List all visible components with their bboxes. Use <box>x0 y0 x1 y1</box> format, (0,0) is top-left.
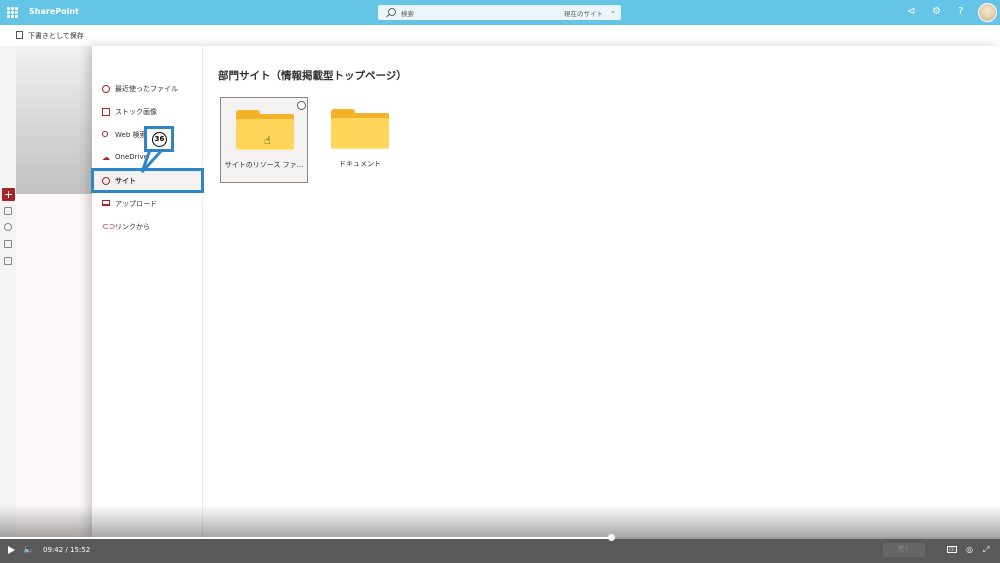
nav-from-link[interactable]: ⊂⊃ リンクから <box>92 216 202 238</box>
delete-icon[interactable] <box>4 257 12 265</box>
search-box[interactable]: 検索 現在のサイト ⌄ <box>378 5 621 20</box>
progress-fill <box>0 537 611 539</box>
help-icon[interactable]: ? <box>958 7 963 17</box>
nav-label: リンクから <box>115 223 150 231</box>
search-input[interactable]: 検索 <box>401 8 414 18</box>
link-icon: ⊂⊃ <box>102 222 116 231</box>
edit-toolbar <box>0 46 16 538</box>
progress-knob[interactable] <box>608 534 615 541</box>
current-time: 09:42 <box>43 546 64 554</box>
nav-label: ストック画像 <box>115 108 157 116</box>
nav-stock-images[interactable]: ストック画像 <box>92 101 202 123</box>
nav-label: Web 検索 <box>115 131 147 139</box>
move-icon[interactable] <box>4 223 12 231</box>
avatar[interactable] <box>978 3 997 22</box>
select-radio[interactable] <box>297 101 306 110</box>
nav-label: アップロード <box>115 200 157 208</box>
folder-tile[interactable]: ドキュメント <box>316 97 404 183</box>
image-icon <box>102 108 110 116</box>
search-icon <box>388 8 396 16</box>
video-overlay-shadow <box>0 505 1000 538</box>
duplicate-icon[interactable] <box>4 240 12 248</box>
nav-label: 最近使ったファイル <box>115 85 178 93</box>
megaphone-icon[interactable]: ⊲ <box>907 7 915 17</box>
step-number: 36 <box>152 132 167 147</box>
app-launcher-icon[interactable] <box>7 7 18 18</box>
page-title: 部門サイト（情報掲載型トップページ） <box>218 70 407 82</box>
ghost-button[interactable]: 閉く <box>883 543 925 557</box>
command-bar: 下書きとして保存 <box>0 25 92 46</box>
settings-icon[interactable]: ◎ <box>966 545 973 554</box>
video-control-bar <box>0 538 1000 563</box>
cloud-icon: ☁ <box>102 153 110 162</box>
hand-cursor-icon: ☝ <box>264 134 271 147</box>
volume-icon[interactable]: 🔈 <box>23 545 34 555</box>
nav-upload[interactable]: アップロード <box>92 193 202 215</box>
nav-recent[interactable]: 最近使ったファイル <box>92 78 202 100</box>
play-icon[interactable] <box>8 546 15 554</box>
brand-name[interactable]: SharePoint <box>29 7 79 16</box>
gear-icon[interactable]: ⚙ <box>932 7 941 17</box>
folder-tile[interactable]: ☝ サイトのリソース ファ... <box>220 97 308 183</box>
annotation-callout: 36 <box>144 126 174 152</box>
search-scope[interactable]: 現在のサイト <box>564 8 603 18</box>
search-icon <box>102 131 108 137</box>
chevron-down-icon[interactable]: ⌄ <box>610 7 616 15</box>
add-section-icon[interactable]: + <box>2 188 15 201</box>
clock-icon <box>102 85 110 93</box>
laptop-icon <box>102 200 110 206</box>
suite-header: SharePoint 検索 現在のサイト ⌄ ⊲ ⚙ ? <box>0 0 1000 25</box>
total-time: 15:52 <box>70 546 91 554</box>
video-progress-bar[interactable] <box>0 534 1000 541</box>
save-draft-button[interactable]: 下書きとして保存 <box>28 31 84 41</box>
save-icon <box>16 31 23 39</box>
folder-icon <box>331 109 389 149</box>
time-separator: / <box>65 546 68 554</box>
folder-label: ドキュメント <box>339 160 381 168</box>
captions-icon[interactable]: CC <box>947 546 957 553</box>
file-picker-nav: 最近使ったファイル ストック画像 Web 検索 ☁ OneDrive サイト ア… <box>92 46 203 538</box>
fullscreen-icon[interactable]: ⤢ <box>983 545 989 555</box>
comment-icon[interactable] <box>4 207 12 215</box>
video-time: 09:42 / 15:52 <box>43 546 90 554</box>
folder-label: サイトのリソース ファ... <box>224 161 304 169</box>
hero-image <box>16 46 92 194</box>
